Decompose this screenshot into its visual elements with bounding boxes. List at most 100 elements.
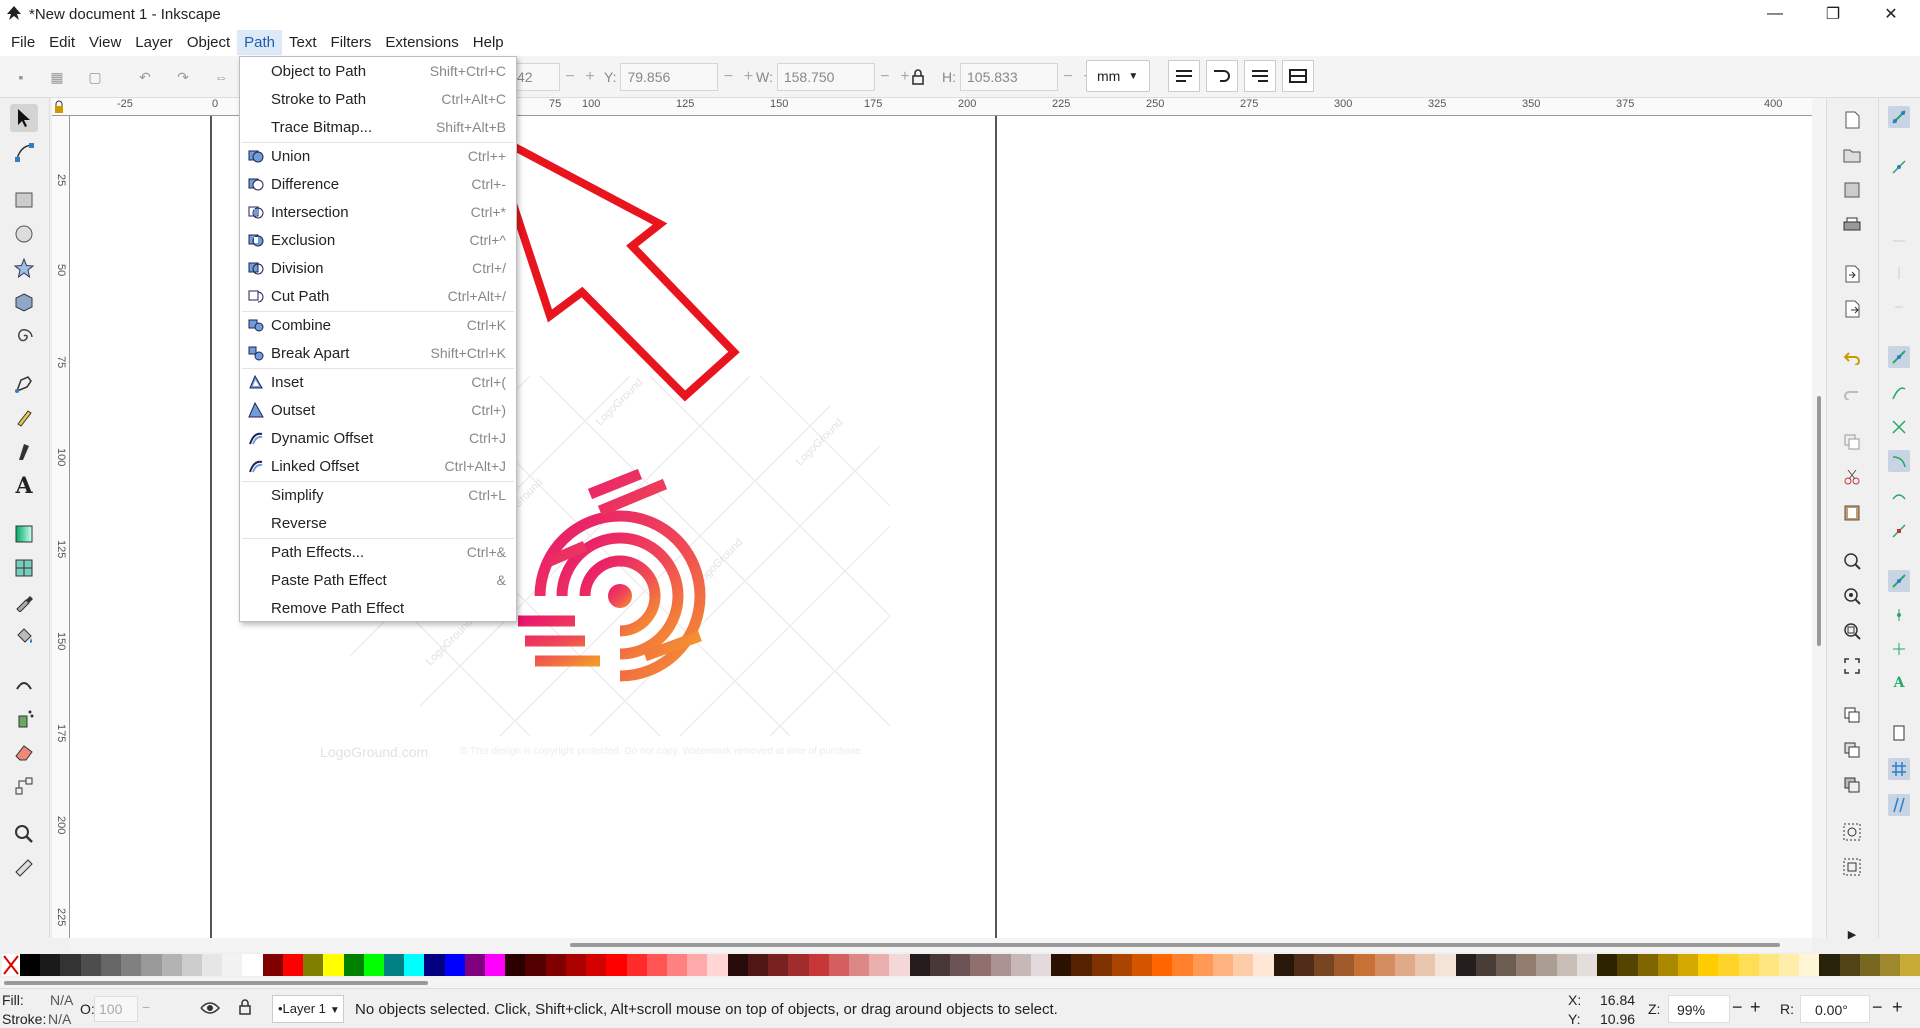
color-swatch[interactable] xyxy=(100,954,122,976)
color-swatch[interactable] xyxy=(667,954,688,976)
color-swatch[interactable] xyxy=(1192,954,1213,976)
menu-item-outset[interactable]: Outset Ctrl+) xyxy=(240,396,516,424)
no-paint-swatch[interactable] xyxy=(2,954,20,976)
color-swatch[interactable] xyxy=(1435,954,1456,976)
snap-intersection-icon[interactable] xyxy=(1888,416,1910,438)
unlink-clone-icon[interactable] xyxy=(1842,775,1862,795)
snap-page-border-icon[interactable] xyxy=(1888,722,1910,744)
color-swatch[interactable] xyxy=(282,954,304,976)
snap-rotation-center-icon[interactable] xyxy=(1888,638,1910,660)
color-swatch[interactable] xyxy=(1273,954,1294,976)
snap-bbox-corner-icon[interactable] xyxy=(1888,262,1910,284)
menu-item-linked-offset[interactable]: Linked Offset Ctrl+Alt+J xyxy=(240,452,516,480)
color-swatch[interactable] xyxy=(707,954,728,976)
menu-file[interactable]: File xyxy=(4,30,42,55)
snap-enable-icon[interactable] xyxy=(1888,106,1910,128)
color-swatch[interactable] xyxy=(1779,954,1800,976)
eraser-tool[interactable] xyxy=(10,738,38,766)
color-swatch[interactable] xyxy=(1091,954,1112,976)
w-decrement-button[interactable]: − xyxy=(875,68,895,86)
color-swatch[interactable] xyxy=(1819,954,1840,976)
color-swatch[interactable] xyxy=(1394,954,1416,976)
w-input[interactable]: 158.750 xyxy=(776,63,875,91)
color-swatch[interactable] xyxy=(262,954,283,976)
save-icon[interactable] xyxy=(1842,180,1862,200)
duplicate-icon[interactable] xyxy=(1842,705,1862,725)
menu-item-stroke-to-path[interactable]: Stroke to Path Ctrl+Alt+C xyxy=(240,85,516,113)
color-swatch[interactable] xyxy=(1010,954,1031,976)
color-swatch[interactable] xyxy=(343,954,364,976)
menu-item-inset[interactable]: Inset Ctrl+( xyxy=(240,368,516,396)
close-button[interactable]: ✕ xyxy=(1862,0,1920,28)
color-swatch[interactable] xyxy=(950,954,971,976)
h-input[interactable]: 105.833 xyxy=(960,63,1058,91)
rotate-cw-icon[interactable]: ↷ xyxy=(174,68,192,86)
opacity-input[interactable]: 100 xyxy=(94,996,138,1022)
menu-item-break-apart[interactable]: Break Apart Shift+Ctrl+K xyxy=(240,339,516,367)
color-swatch[interactable] xyxy=(1071,954,1092,976)
menu-path[interactable]: Path xyxy=(237,29,283,55)
menu-help[interactable]: Help xyxy=(466,30,511,55)
color-swatch[interactable] xyxy=(242,954,263,976)
color-swatch[interactable] xyxy=(1374,954,1395,976)
ellipse-tool[interactable] xyxy=(10,220,38,248)
spray-tool[interactable] xyxy=(10,704,38,732)
menu-item-union[interactable]: Union Ctrl++ xyxy=(240,142,516,170)
h-decrement-button[interactable]: − xyxy=(1058,68,1078,86)
menu-item-combine[interactable]: Combine Ctrl+K xyxy=(240,311,516,339)
minimize-button[interactable]: — xyxy=(1746,0,1804,28)
palette-scrollbar[interactable] xyxy=(0,978,1920,988)
zoom-tool[interactable] xyxy=(10,820,38,848)
horizontal-scrollbar[interactable] xyxy=(70,938,1812,952)
menu-item-paste-path-effect[interactable]: Paste Path Effect & xyxy=(240,566,516,594)
color-swatch[interactable] xyxy=(505,954,526,976)
color-swatch[interactable] xyxy=(990,954,1011,976)
color-swatch[interactable] xyxy=(222,954,243,976)
color-swatch[interactable] xyxy=(363,954,384,976)
color-swatch[interactable] xyxy=(646,954,667,976)
color-swatch[interactable] xyxy=(687,954,708,976)
snap-text-baseline-icon[interactable]: A xyxy=(1888,672,1910,694)
snap-midpoint-icon[interactable] xyxy=(1888,520,1910,542)
color-swatch[interactable] xyxy=(424,954,445,976)
x-decrement-button[interactable]: − xyxy=(560,68,580,86)
snap-object-midpoint-icon[interactable] xyxy=(1888,570,1910,592)
color-swatch[interactable] xyxy=(1576,954,1598,976)
menu-item-trace-bitmap[interactable]: Trace Bitmap... Shift+Alt+B xyxy=(240,113,516,141)
3d-box-tool[interactable] xyxy=(10,288,38,316)
color-swatch[interactable] xyxy=(485,954,506,976)
rotation-input[interactable]: 0.00° xyxy=(1800,995,1870,1023)
open-folder-icon[interactable] xyxy=(1842,145,1862,165)
lock-ratio-icon[interactable] xyxy=(910,68,926,86)
snap-cusp-icon[interactable] xyxy=(1888,450,1910,472)
zoom-page-icon[interactable] xyxy=(1842,621,1862,641)
snap-center-icon[interactable] xyxy=(1888,604,1910,626)
color-swatch[interactable] xyxy=(768,954,789,976)
star-tool[interactable] xyxy=(10,254,38,282)
snap-guide-icon[interactable] xyxy=(1888,794,1910,816)
color-swatch[interactable] xyxy=(201,954,223,976)
color-swatch[interactable] xyxy=(1475,954,1496,976)
tweak-tool[interactable] xyxy=(10,670,38,698)
menu-item-division[interactable]: Division Ctrl+/ xyxy=(240,254,516,282)
color-swatch[interactable] xyxy=(1556,954,1577,976)
layer-lock-icon[interactable] xyxy=(238,999,252,1015)
color-swatch[interactable] xyxy=(40,954,61,976)
color-swatch[interactable] xyxy=(1334,954,1355,976)
color-swatch[interactable] xyxy=(565,954,587,976)
color-swatch[interactable] xyxy=(929,954,951,976)
vertical-scrollbar[interactable] xyxy=(1812,98,1826,938)
select-all-layers-icon[interactable]: ▦ xyxy=(48,68,66,86)
snap-bbox-icon[interactable] xyxy=(1888,156,1910,178)
color-swatch[interactable] xyxy=(1718,954,1739,976)
rotation-increment-button[interactable]: + xyxy=(1892,997,1903,1018)
color-swatch[interactable] xyxy=(1516,954,1537,976)
zoom-in-button[interactable]: + xyxy=(1750,997,1761,1018)
ungroup-icon[interactable] xyxy=(1842,857,1862,877)
fit-page-icon[interactable] xyxy=(1842,656,1862,676)
color-swatch[interactable] xyxy=(1314,954,1335,976)
color-swatch[interactable] xyxy=(1799,954,1820,976)
dropper-tool[interactable] xyxy=(10,588,38,616)
menu-item-cut-path[interactable]: Cut Path Ctrl+Alt+/ xyxy=(240,282,516,310)
menu-item-difference[interactable]: Difference Ctrl+- xyxy=(240,170,516,198)
